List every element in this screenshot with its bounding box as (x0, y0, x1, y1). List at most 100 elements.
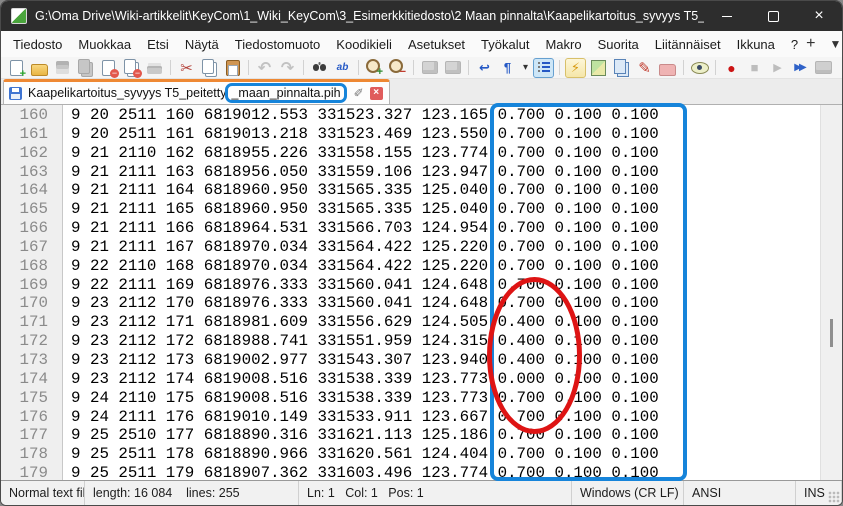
editor-line: 1709 23 2112 170 6818976.333 331560.041 … (1, 294, 820, 313)
menu-item-etsi[interactable]: Etsi (139, 31, 177, 57)
editor-line: 1769 24 2111 176 6819010.149 331533.911 … (1, 408, 820, 427)
maximize-button[interactable] (750, 1, 796, 31)
macro-save-icon[interactable] (813, 58, 834, 78)
editor-area[interactable]: 1609 20 2511 160 6819012.553 331523.327 … (1, 105, 842, 480)
menu-item-makro[interactable]: Makro (537, 31, 589, 57)
tab-active-file[interactable]: Kaapelikartoitus_syvyys T5_peitetty_maan… (3, 79, 390, 104)
lightning-icon[interactable] (565, 58, 586, 78)
toolbar-separator (413, 60, 414, 75)
open-file-icon[interactable] (29, 58, 50, 78)
indent-guide-icon[interactable] (533, 58, 554, 78)
paste-icon[interactable] (222, 58, 243, 78)
new-tab-icon[interactable]: + (806, 35, 815, 53)
line-text: 9 21 2111 163 6818956.050 331559.106 123… (63, 163, 488, 182)
editor-line: 1799 25 2511 179 6818907.362 331603.496 … (1, 464, 820, 480)
menu-item-n-yt-[interactable]: Näytä (177, 31, 227, 57)
replace-icon[interactable] (332, 58, 353, 78)
menu-item-ikkuna[interactable]: Ikkuna (729, 31, 783, 57)
resize-grip[interactable] (828, 491, 840, 503)
run-multiple-icon[interactable] (790, 58, 811, 78)
menu-item-ty-kalut[interactable]: Työkalut (473, 31, 537, 57)
line-text: 9 21 2111 166 6818964.531 331566.703 124… (63, 219, 488, 238)
depth-values: 0.700 0.100 0.100 (488, 163, 659, 182)
depth-values: 0.700 0.100 0.100 (488, 464, 659, 480)
doc-switcher-icon[interactable] (611, 58, 632, 78)
toolbar-separator (715, 60, 716, 75)
redo-icon[interactable] (277, 58, 298, 78)
cut-icon[interactable] (176, 58, 197, 78)
line-text: 9 25 2510 177 6818890.316 331621.113 125… (63, 426, 488, 445)
app-icon (11, 8, 27, 24)
editor-line: 1739 23 2112 173 6819002.977 331543.307 … (1, 351, 820, 370)
scrollbar-thumb[interactable] (830, 319, 833, 347)
line-number: 177 (1, 426, 63, 445)
vertical-scrollbar[interactable] (820, 105, 842, 480)
tab-label: Kaapelikartoitus_syvyys T5_peitetty_maan… (28, 86, 346, 100)
toolbar-separator (559, 60, 560, 75)
tab-close-icon[interactable] (370, 87, 383, 100)
menu-item-koodikieli[interactable]: Koodikieli (328, 31, 400, 57)
line-number: 163 (1, 163, 63, 182)
tab-list-icon[interactable]: ▼ (829, 37, 841, 51)
sync-horizontal-icon[interactable] (442, 58, 463, 78)
depth-values: 0.700 0.100 0.100 (488, 219, 659, 238)
pin-icon[interactable] (354, 86, 364, 100)
depth-values: 0.700 0.100 0.100 (488, 144, 659, 163)
zoom-in-icon[interactable] (364, 58, 385, 78)
line-number: 160 (1, 106, 63, 125)
editor-line: 1689 22 2110 168 6818970.034 331564.422 … (1, 257, 820, 276)
sync-vertical-icon[interactable] (419, 58, 440, 78)
editor-line: 1629 21 2110 162 6818955.226 331558.155 … (1, 144, 820, 163)
line-number: 174 (1, 370, 63, 389)
close-button[interactable] (796, 1, 842, 31)
depth-values: 0.700 0.100 0.100 (488, 445, 659, 464)
line-text: 9 23 2112 172 6818988.741 331551.959 124… (63, 332, 488, 351)
editor-line: 1659 21 2111 165 6818960.950 331565.335 … (1, 200, 820, 219)
editor-line: 1619 20 2511 161 6819013.218 331523.469 … (1, 125, 820, 144)
menu-item-tiedostomuoto[interactable]: Tiedostomuoto (227, 31, 329, 57)
close-all-icon[interactable] (121, 58, 142, 78)
close-file-icon[interactable] (98, 58, 119, 78)
line-text: 9 20 2511 160 6819012.553 331523.327 123… (63, 106, 488, 125)
folder-workspace-icon[interactable] (657, 58, 678, 78)
menu-item-liit-nn-iset[interactable]: Liitännäiset (647, 31, 729, 57)
toolbar-separator (358, 60, 359, 75)
editor-line: 1679 21 2111 167 6818970.034 331564.422 … (1, 238, 820, 257)
menu-item-suorita[interactable]: Suorita (590, 31, 647, 57)
zoom-out-icon[interactable] (387, 58, 408, 78)
eye-icon[interactable] (689, 58, 710, 78)
text-content[interactable]: 1609 20 2511 160 6819012.553 331523.327 … (1, 105, 820, 480)
menu-item--[interactable]: ? (783, 31, 806, 57)
play-icon[interactable] (767, 58, 788, 78)
tab-label-part1: Kaapelikartoitus_syvyys T5_peitetty (28, 86, 226, 100)
save-icon[interactable] (52, 58, 73, 78)
save-all-icon[interactable] (75, 58, 96, 78)
editor-line: 1759 24 2110 175 6819008.516 331538.339 … (1, 389, 820, 408)
find-icon[interactable] (309, 58, 330, 78)
menu-item-muokkaa[interactable]: Muokkaa (70, 31, 139, 57)
editor-line: 1699 22 2111 169 6818976.333 331560.041 … (1, 276, 820, 295)
edit-pen-icon[interactable] (634, 58, 655, 78)
record-icon[interactable] (721, 58, 742, 78)
line-text: 9 22 2111 169 6818976.333 331560.041 124… (63, 276, 488, 295)
depth-values: 0.700 0.100 0.100 (488, 426, 659, 445)
undo-icon[interactable] (254, 58, 275, 78)
minimize-button[interactable] (704, 1, 750, 31)
depth-values: 0.700 0.100 0.100 (488, 200, 659, 219)
title-bar: G:\Oma Drive\Wiki-artikkelit\KeyCom\1_Wi… (1, 1, 842, 31)
depth-values: 0.400 0.100 0.100 (488, 351, 659, 370)
copy-icon[interactable] (199, 58, 220, 78)
new-file-icon[interactable] (6, 58, 27, 78)
tab-bar: Kaapelikartoitus_syvyys T5_peitetty_maan… (1, 79, 842, 105)
doc-map-icon[interactable] (588, 58, 609, 78)
line-number: 162 (1, 144, 63, 163)
word-wrap-icon[interactable] (474, 58, 495, 78)
caret-icon[interactable] (520, 58, 531, 78)
line-number: 165 (1, 200, 63, 219)
stop-icon[interactable] (744, 58, 765, 78)
print-icon[interactable] (144, 58, 165, 78)
menu-item-tiedosto[interactable]: Tiedosto (5, 31, 70, 57)
menu-item-asetukset[interactable]: Asetukset (400, 31, 473, 57)
show-all-chars-icon[interactable] (497, 58, 518, 78)
line-number: 175 (1, 389, 63, 408)
